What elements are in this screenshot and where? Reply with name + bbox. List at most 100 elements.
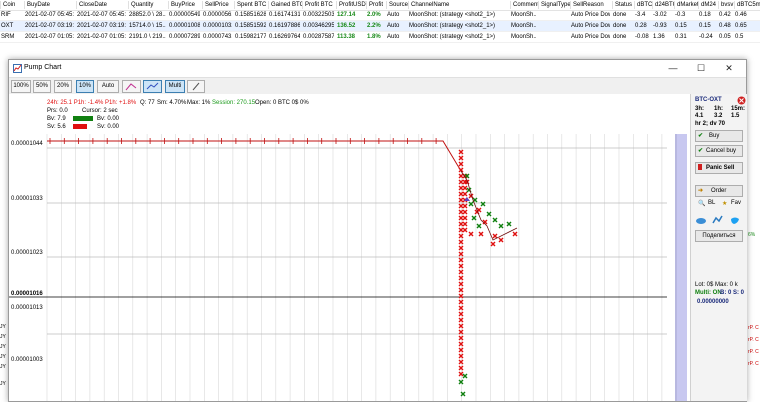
cancel-buy-label: Cancel buy [706,148,737,154]
chart-tool-button[interactable] [143,80,162,93]
maximize-button[interactable]: ☐ [687,60,715,77]
table-cell: 0.65 [735,23,747,29]
price-axis-label: 0.00001044 [11,141,43,147]
blacklist-label[interactable]: BL [708,200,715,206]
column-header[interactable]: SellReason [570,1,612,9]
table-cell: -0.08 [635,34,649,40]
column-header[interactable]: Coin [0,1,24,9]
table-cell: 0.15982177 [235,34,266,40]
column-header[interactable]: Gained BTC [268,1,302,9]
column-header[interactable]: Quantity [128,1,168,9]
table-cell: 2021-02-07 01:05:57 [77,34,126,40]
minimize-button[interactable]: — [659,60,687,77]
title-bar: Pump Chart — ☐ ✕ [9,60,746,77]
table-cell: done [613,23,627,29]
column-header[interactable]: Status [612,1,634,9]
panic-sell-button[interactable]: Panic Sell [695,162,743,174]
table-cell: Auto [387,23,400,29]
stats-sm: Sm: 4.70% [157,100,187,106]
share-button[interactable]: Поделиться [695,230,743,242]
zoom-auto-button[interactable]: Auto [97,80,119,93]
table-cell: 1.8% [367,34,381,40]
buy-button[interactable]: ✔ Buy [695,130,743,142]
check-icon: ✔ [698,148,704,154]
close-button[interactable]: ✕ [715,60,743,77]
fragment-text: JY [0,324,6,330]
multi-button[interactable]: Multi [165,80,185,93]
table-cell: MoonSh... [511,34,536,40]
stats-session: Session: 270.15 [212,100,256,106]
column-header[interactable]: SignalType [538,1,570,9]
table-cell: -0.3 [675,12,686,18]
column-header[interactable]: bvsv [718,1,734,9]
cancel-buy-button[interactable]: ✔ Cancel buy [695,145,743,157]
table-row[interactable]: SRM 2021-02-07 01:05:552021-02-07 01:05:5… [0,32,760,43]
column-header[interactable]: Spent BTC [234,1,268,9]
table-cell: done [613,12,627,18]
blacklist-icon[interactable]: 🔍 [698,200,705,207]
table-cell: MoonShot: (strategy <shot2_1>) [409,34,496,40]
table-cell: 2021-02-07 01:05:55 [25,34,74,40]
column-header[interactable]: BuyDate [24,1,76,9]
column-header[interactable]: Source [386,1,408,9]
line-tool-button[interactable] [122,80,141,93]
table-cell: 0.00000561 [203,12,232,18]
fragment-text: JY [0,334,6,340]
column-header[interactable]: CloseDate [76,1,128,9]
table-cell: Auto Price Down [571,34,610,40]
stats-change: 24h: 25.1 P1h: -1.4% P1h: +1.8% [47,100,137,106]
star-icon[interactable]: ★ [722,200,727,207]
column-header[interactable]: Profit BTC [302,1,336,9]
table-cell: 2021-02-07 05:45:10 [25,12,74,18]
stats-bv-cursor: Bv: 0.00 [97,116,120,122]
table-row[interactable]: OXT 2021-02-07 03:19:022021-02-07 03:19:0… [0,21,760,32]
favorite-label[interactable]: Fav [731,200,741,206]
table-cell: 2191.0 \ 219... [129,34,166,40]
column-header[interactable]: BuyPrice [168,1,202,9]
table-cell: 2.0% [367,12,381,18]
table-cell: SRM [1,34,15,40]
sell-volume-bar [73,124,87,129]
table-cell: 0.48 [719,23,731,29]
column-header[interactable]: d24BTC [652,1,674,9]
column-header[interactable]: SellPrice [202,1,234,9]
change-1h: 3.2 [714,113,723,119]
price-readout: 0.00000000 [697,299,729,305]
close-pair-icon[interactable] [737,96,746,105]
table-cell: 0.00007431 [203,34,232,40]
share-icons[interactable] [695,213,745,225]
column-header[interactable]: dBTC [634,1,652,9]
fragment-text: JY [0,354,6,360]
table-cell: -3.02 [653,12,667,18]
column-header[interactable]: dBTC5m [734,1,760,9]
pen-tool-button[interactable] [187,80,205,93]
stats-bv: Bv: 7.9 [47,116,66,122]
change-3h-label: 3h: [695,106,704,112]
column-header[interactable]: dMarket [674,1,698,9]
pump-chart[interactable]: 24h: 25.1 P1h: -1.4% P1h: +1.8% Q: 77 Sm… [9,94,689,401]
stats-sv: Sv: 5.6 [47,124,66,130]
table-row[interactable]: RIF 2021-02-07 05:45:102021-02-07 05:45:1… [0,10,760,21]
stats-max: Max: 1% [187,100,211,106]
order-button[interactable]: ➜ Order [695,185,743,197]
column-header[interactable]: Profit [366,1,386,9]
table-cell: 28852.0 \ 28... [129,12,166,18]
zoom-50-button[interactable]: 50% [33,80,51,93]
table-cell: 0.5 [735,34,744,40]
table-cell: 0.00322503 [303,12,334,18]
table-cell: 0.05 [719,34,731,40]
column-header[interactable]: dM24 [698,1,718,9]
left-background-fragment: JY JY JY JY JY JY [0,46,8,400]
column-header[interactable]: ProfitUSDT [336,1,366,9]
table-cell: 0.18 [699,12,711,18]
cloud-icon [696,218,706,224]
table-cell: 127.14 [337,12,356,18]
table-cell: 2021-02-07 03:19:04 [77,23,126,29]
zoom-10-button[interactable]: 10% [76,80,94,93]
zoom-20-button[interactable]: 20% [54,80,72,93]
column-header[interactable]: Comment [510,1,538,9]
table-cell: 0.28 [635,23,647,29]
column-header[interactable]: ChannelName [408,1,510,9]
zoom-100-button[interactable]: 100% [11,80,31,93]
fragment-text: JY [0,364,6,370]
